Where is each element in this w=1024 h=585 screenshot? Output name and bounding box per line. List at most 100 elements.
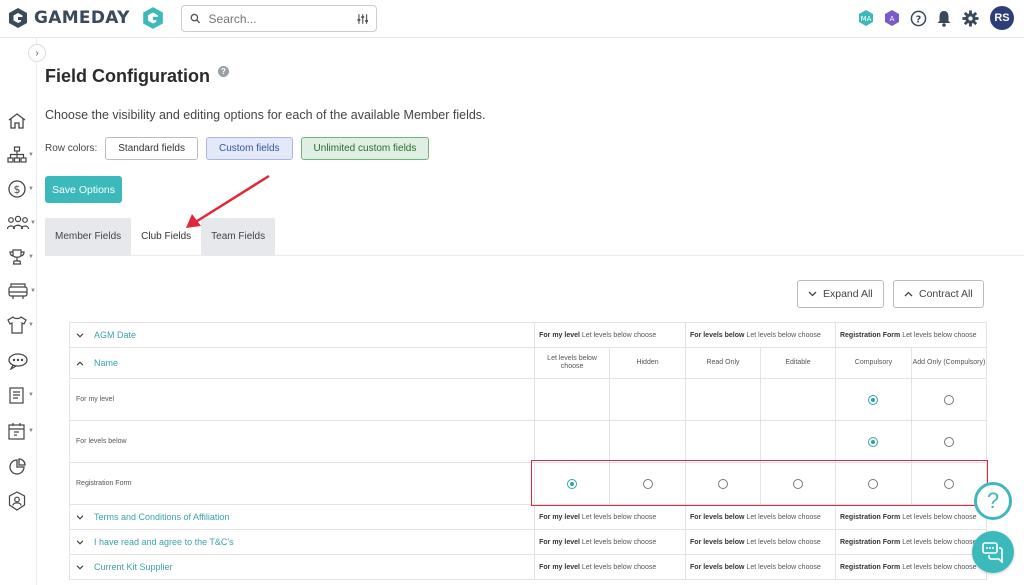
compulsory-radio[interactable] [868,394,879,405]
editable-radio[interactable] [792,478,803,489]
chevron-down-icon[interactable] [76,563,84,572]
chevron-down-icon[interactable] [76,331,84,340]
radio-cell [685,462,761,505]
radio-cell [759,420,836,463]
radio-cell [834,462,912,505]
sidebar-item-home[interactable] [7,110,37,132]
table-row: Terms and Conditions of Affiliation For … [68,504,988,530]
app-switcher-icon[interactable] [142,6,164,35]
tab-club-fields[interactable]: Club Fields [131,218,202,255]
summary-registration-form: Registration Form Let levels below choos… [834,322,988,348]
sidebar-item-competitions[interactable]: ▼ [7,246,37,268]
field-name-cell[interactable]: Name [68,347,536,379]
stadium-icon [8,283,28,299]
help-circle-icon[interactable]: ? [908,8,928,28]
sidebar-item-venues[interactable]: ▼ [7,280,37,302]
page-description: Choose the visibility and editing option… [45,108,486,122]
let-levels-below-choose-radio[interactable] [567,478,578,489]
option-header: Read Only [685,347,761,379]
summary-levels-below: For levels below Let levels below choose [685,529,836,555]
field-name-cell[interactable]: Current Kit Supplier [68,554,536,580]
sidebar-expand-chevron-icon[interactable]: › [28,44,46,62]
shield-icon [8,491,26,511]
radio-cell [910,378,988,421]
clipboard-list-icon [9,387,24,404]
tab-member-fields[interactable]: Member Fields [45,218,132,255]
sidebar-item-members[interactable]: ▼ [7,212,37,234]
field-name-cell[interactable]: AGM Date [68,322,536,348]
help-fab-question-icon[interactable]: ? [974,482,1012,520]
option-header: Let levels below choose [534,347,611,379]
radio-cell [685,378,761,421]
calendar-icon [8,423,25,440]
summary-registration-form: Registration Form Let levels below choos… [834,529,988,555]
expand-all-button[interactable]: Expand All [797,280,884,308]
sidebar-item-finance[interactable]: $ ▼ [7,178,37,200]
search-input[interactable] [208,11,349,26]
chevron-down-icon[interactable] [76,538,84,547]
read-only-radio[interactable] [718,478,728,489]
compulsory-radio[interactable] [868,478,879,489]
main-content: Field Configuration ? Choose the visibil… [45,38,1024,585]
radio-cell [685,420,761,463]
chevron-down-icon: ▼ [30,288,36,294]
add-only-radio[interactable] [943,478,954,489]
sidebar-item-merchandise[interactable]: ▼ [7,314,37,336]
top-icons: MA A ? RS [856,6,1014,30]
table-row: Name Let levels below choose Hidden Read… [68,347,988,379]
summary-registration-form: Registration Form Let levels below choos… [834,554,988,580]
add-only-radio[interactable] [943,436,954,447]
org-chart-icon [7,146,27,163]
field-tabs: Member Fields Club Fields Team Fields [45,218,276,255]
field-name: I have read and agree to the T&C's [94,537,234,547]
trophy-icon [9,249,25,265]
user-avatar[interactable]: RS [990,6,1014,30]
fields-table: AGM Date For my level Let levels below c… [68,322,988,580]
brand-name: GAMEDAY [34,8,130,28]
sidebar-item-security[interactable] [7,490,37,512]
chevron-down-icon[interactable] [76,513,84,522]
row-colors-label: Row colors: [45,143,98,154]
chevron-down-icon: ▼ [28,322,34,328]
row-label: For my level [68,378,536,421]
svg-text:$: $ [14,183,21,196]
filter-sliders-icon[interactable] [356,13,368,25]
summary-my-level: For my level Let levels below choose [534,504,687,530]
add-only-radio[interactable] [943,394,954,405]
contract-all-button[interactable]: Contract All [893,280,984,308]
sidebar-item-reports[interactable]: ▼ [7,384,37,406]
search-box[interactable] [181,5,377,32]
org-switch-icon[interactable]: MA [856,8,876,28]
tab-team-fields[interactable]: Team Fields [201,218,276,255]
field-name: Current Kit Supplier [94,562,173,572]
sidebar-item-structure[interactable]: ▼ [7,144,37,166]
tabs-divider [45,255,1024,256]
field-name: Terms and Conditions of Affiliation [94,512,230,522]
field-name-cell[interactable]: I have read and agree to the T&C's [68,529,536,555]
gear-icon[interactable] [960,8,980,28]
table-row: I have read and agree to the T&C's For m… [68,529,988,555]
bell-icon[interactable] [934,8,954,28]
radio-cell [759,378,836,421]
chevron-up-icon[interactable] [76,359,84,368]
radio-cell [759,462,836,505]
save-options-button[interactable]: Save Options [45,176,122,203]
chevron-down-icon: ▼ [28,254,34,260]
option-header: Add Only (Compulsory) [910,347,988,379]
compulsory-radio[interactable] [868,436,879,447]
table-row: Current Kit Supplier For my level Let le… [68,554,988,580]
sidebar-item-communications[interactable] [7,350,37,372]
field-name: Name [94,358,119,368]
radio-cell [534,462,611,505]
association-icon[interactable]: A [882,8,902,28]
hidden-radio[interactable] [642,478,653,489]
sidebar-item-events[interactable]: ▼ [7,420,37,442]
sidebar-item-analytics[interactable] [7,456,37,478]
question-icon[interactable]: ? [217,66,229,77]
option-header: Hidden [609,347,687,379]
row-colors-legend: Row colors: Standard fields Custom field… [45,137,430,160]
field-name-cell[interactable]: Terms and Conditions of Affiliation [68,504,536,530]
gameday-logo[interactable]: GAMEDAY [8,7,130,29]
people-group-icon [7,215,29,230]
chat-fab-icon[interactable] [972,531,1014,573]
